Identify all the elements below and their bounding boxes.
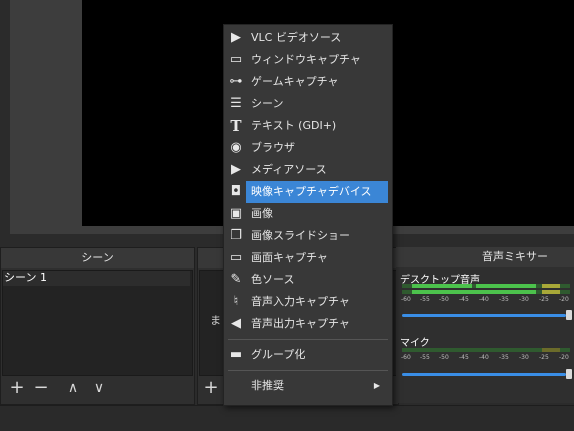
meter-fill-warn [542,284,560,288]
menu-item-browser[interactable]: ◉ ブラウザ [224,137,392,159]
status-bar [0,405,574,431]
mixer-meter-desktop [402,284,570,288]
image-icon: ▣ [229,206,243,221]
remove-scene-button[interactable]: − [30,377,52,399]
audio-mixer-title: 音声ミキサー [396,247,574,267]
camera-icon: ◘ [230,184,242,199]
sources-hint-text: ま [210,314,221,327]
mixer-meter-mic [402,348,570,352]
text-icon: T [230,117,242,135]
menu-item-text-gdi[interactable]: T テキスト (GDI+) [224,115,392,137]
menu-item-group[interactable]: ▬ グループ化 [224,344,392,366]
meter-fill [476,284,536,288]
meter-fill-warn [542,290,560,294]
gamepad-icon: ⊶ [229,74,243,89]
meter-fill-warn [542,348,560,352]
menu-separator [228,370,388,371]
scene-item-label[interactable]: シーン 1 [4,271,47,285]
mixer-meter-desktop-r [402,290,570,294]
menu-item-game-capture[interactable]: ⊶ ゲームキャプチャ [224,71,392,93]
menu-item-window-capture[interactable]: ▭ ウィンドウキャプチャ [224,49,392,71]
meter-fill [412,290,536,294]
move-scene-up-button[interactable]: ∧ [62,377,84,399]
play-icon: ▶ [231,30,241,45]
add-source-context-menu: ▶ VLC ビデオソース ▭ ウィンドウキャプチャ ⊶ ゲームキャプチャ ☰ シ… [223,24,393,406]
menu-item-deprecated[interactable]: 非推奨 ▶ [224,375,392,397]
menu-item-audio-input-capture[interactable]: ♮ 音声入力キャプチャ [224,291,392,313]
move-scene-down-button[interactable]: ∨ [88,377,110,399]
monitor-icon: ▭ [229,250,243,265]
microphone-icon: ♮ [233,294,239,309]
volume-slider-desktop-handle[interactable] [566,310,572,320]
play-icon: ▶ [231,162,241,177]
menu-item-color-source[interactable]: ✎ 色ソース [224,269,392,291]
add-scene-button[interactable]: + [6,377,28,399]
menu-item-media-source[interactable]: ▶ メディアソース [224,159,392,181]
brush-icon: ✎ [230,272,242,287]
meter-fill [412,284,472,288]
scenes-dock-title: シーン [1,248,194,268]
menu-item-vlc-video-source[interactable]: ▶ VLC ビデオソース [224,27,392,49]
window-icon: ▭ [229,52,243,67]
menu-item-image[interactable]: ▣ 画像 [224,203,392,225]
speaker-icon: ◀ [231,316,241,331]
globe-icon: ◉ [230,140,242,155]
mixer-channel-mic-label: マイク [400,338,430,349]
volume-slider-mic[interactable] [402,373,566,376]
scenes-toolbar: + − ∧ ∨ [2,377,191,401]
submenu-arrow-icon: ▶ [373,381,380,390]
volume-slider-mic-handle[interactable] [566,369,572,379]
volume-slider-desktop[interactable] [402,314,566,317]
menu-separator [228,339,388,340]
menu-item-image-slideshow[interactable]: ❐ 画像スライドショー [224,225,392,247]
add-source-button[interactable]: + [200,377,222,399]
slideshow-icon: ❐ [230,228,242,243]
menu-item-video-capture-device[interactable]: ◘ 映像キャプチャデバイス [224,181,392,203]
menu-item-scene[interactable]: ☰ シーン [224,93,392,115]
menu-item-display-capture[interactable]: ▭ 画面キャプチャ [224,247,392,269]
menu-item-audio-output-capture[interactable]: ◀ 音声出力キャプチャ [224,313,392,335]
list-icon: ☰ [230,96,242,111]
folder-icon: ▬ [229,347,243,362]
